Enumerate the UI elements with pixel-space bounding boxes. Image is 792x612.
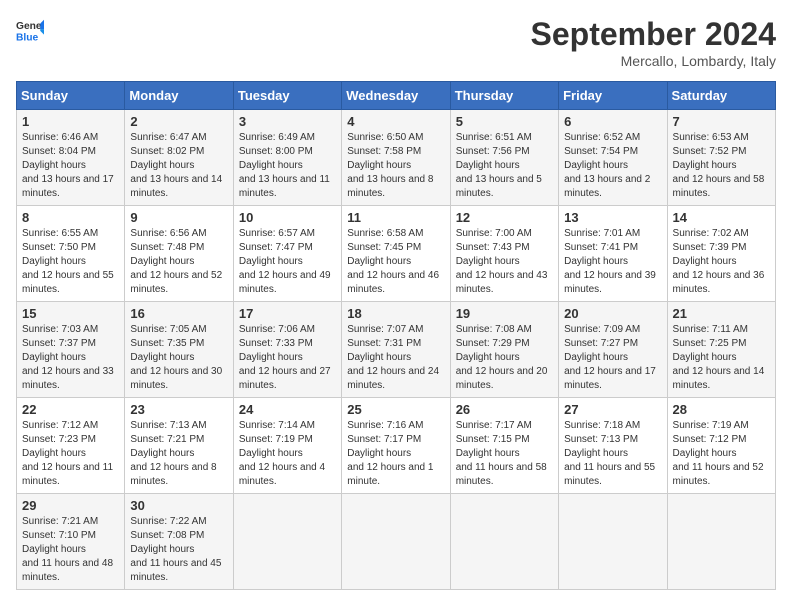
table-row: 11Sunrise: 6:58 AMSunset: 7:45 PMDayligh… bbox=[342, 206, 450, 302]
table-row: 2Sunrise: 6:47 AMSunset: 8:02 PMDaylight… bbox=[125, 110, 233, 206]
table-row: 12Sunrise: 7:00 AMSunset: 7:43 PMDayligh… bbox=[450, 206, 558, 302]
table-row: 20Sunrise: 7:09 AMSunset: 7:27 PMDayligh… bbox=[559, 302, 667, 398]
table-row bbox=[233, 494, 341, 590]
col-wednesday: Wednesday bbox=[342, 82, 450, 110]
table-row bbox=[450, 494, 558, 590]
table-row: 19Sunrise: 7:08 AMSunset: 7:29 PMDayligh… bbox=[450, 302, 558, 398]
table-row: 23Sunrise: 7:13 AMSunset: 7:21 PMDayligh… bbox=[125, 398, 233, 494]
table-row: 6Sunrise: 6:52 AMSunset: 7:54 PMDaylight… bbox=[559, 110, 667, 206]
table-row: 15Sunrise: 7:03 AMSunset: 7:37 PMDayligh… bbox=[17, 302, 125, 398]
table-row: 25Sunrise: 7:16 AMSunset: 7:17 PMDayligh… bbox=[342, 398, 450, 494]
calendar-table: Sunday Monday Tuesday Wednesday Thursday… bbox=[16, 81, 776, 590]
header-row: Sunday Monday Tuesday Wednesday Thursday… bbox=[17, 82, 776, 110]
table-row: 16Sunrise: 7:05 AMSunset: 7:35 PMDayligh… bbox=[125, 302, 233, 398]
table-row: 30Sunrise: 7:22 AMSunset: 7:08 PMDayligh… bbox=[125, 494, 233, 590]
table-row: 4Sunrise: 6:50 AMSunset: 7:58 PMDaylight… bbox=[342, 110, 450, 206]
table-row: 22Sunrise: 7:12 AMSunset: 7:23 PMDayligh… bbox=[17, 398, 125, 494]
table-row: 9Sunrise: 6:56 AMSunset: 7:48 PMDaylight… bbox=[125, 206, 233, 302]
table-row bbox=[667, 494, 775, 590]
col-tuesday: Tuesday bbox=[233, 82, 341, 110]
table-row: 1Sunrise: 6:46 AMSunset: 8:04 PMDaylight… bbox=[17, 110, 125, 206]
table-row: 7Sunrise: 6:53 AMSunset: 7:52 PMDaylight… bbox=[667, 110, 775, 206]
table-row: 14Sunrise: 7:02 AMSunset: 7:39 PMDayligh… bbox=[667, 206, 775, 302]
table-row: 13Sunrise: 7:01 AMSunset: 7:41 PMDayligh… bbox=[559, 206, 667, 302]
table-row: 8Sunrise: 6:55 AMSunset: 7:50 PMDaylight… bbox=[17, 206, 125, 302]
table-row: 18Sunrise: 7:07 AMSunset: 7:31 PMDayligh… bbox=[342, 302, 450, 398]
table-row: 26Sunrise: 7:17 AMSunset: 7:15 PMDayligh… bbox=[450, 398, 558, 494]
svg-text:General: General bbox=[16, 21, 44, 32]
col-friday: Friday bbox=[559, 82, 667, 110]
page-header: General Blue September 2024 Mercallo, Lo… bbox=[16, 16, 776, 69]
logo: General Blue bbox=[16, 16, 44, 44]
table-row: 28Sunrise: 7:19 AMSunset: 7:12 PMDayligh… bbox=[667, 398, 775, 494]
table-row: 17Sunrise: 7:06 AMSunset: 7:33 PMDayligh… bbox=[233, 302, 341, 398]
table-row: 21Sunrise: 7:11 AMSunset: 7:25 PMDayligh… bbox=[667, 302, 775, 398]
col-thursday: Thursday bbox=[450, 82, 558, 110]
table-row: 3Sunrise: 6:49 AMSunset: 8:00 PMDaylight… bbox=[233, 110, 341, 206]
svg-text:Blue: Blue bbox=[16, 32, 39, 43]
table-row: 10Sunrise: 6:57 AMSunset: 7:47 PMDayligh… bbox=[233, 206, 341, 302]
title-block: September 2024 Mercallo, Lombardy, Italy bbox=[531, 16, 776, 69]
col-saturday: Saturday bbox=[667, 82, 775, 110]
col-monday: Monday bbox=[125, 82, 233, 110]
table-row: 5Sunrise: 6:51 AMSunset: 7:56 PMDaylight… bbox=[450, 110, 558, 206]
table-row: 29Sunrise: 7:21 AMSunset: 7:10 PMDayligh… bbox=[17, 494, 125, 590]
month-title: September 2024 bbox=[531, 16, 776, 53]
table-row bbox=[559, 494, 667, 590]
col-sunday: Sunday bbox=[17, 82, 125, 110]
location: Mercallo, Lombardy, Italy bbox=[531, 53, 776, 69]
table-row bbox=[342, 494, 450, 590]
table-row: 24Sunrise: 7:14 AMSunset: 7:19 PMDayligh… bbox=[233, 398, 341, 494]
table-row: 27Sunrise: 7:18 AMSunset: 7:13 PMDayligh… bbox=[559, 398, 667, 494]
logo-icon: General Blue bbox=[16, 16, 44, 44]
